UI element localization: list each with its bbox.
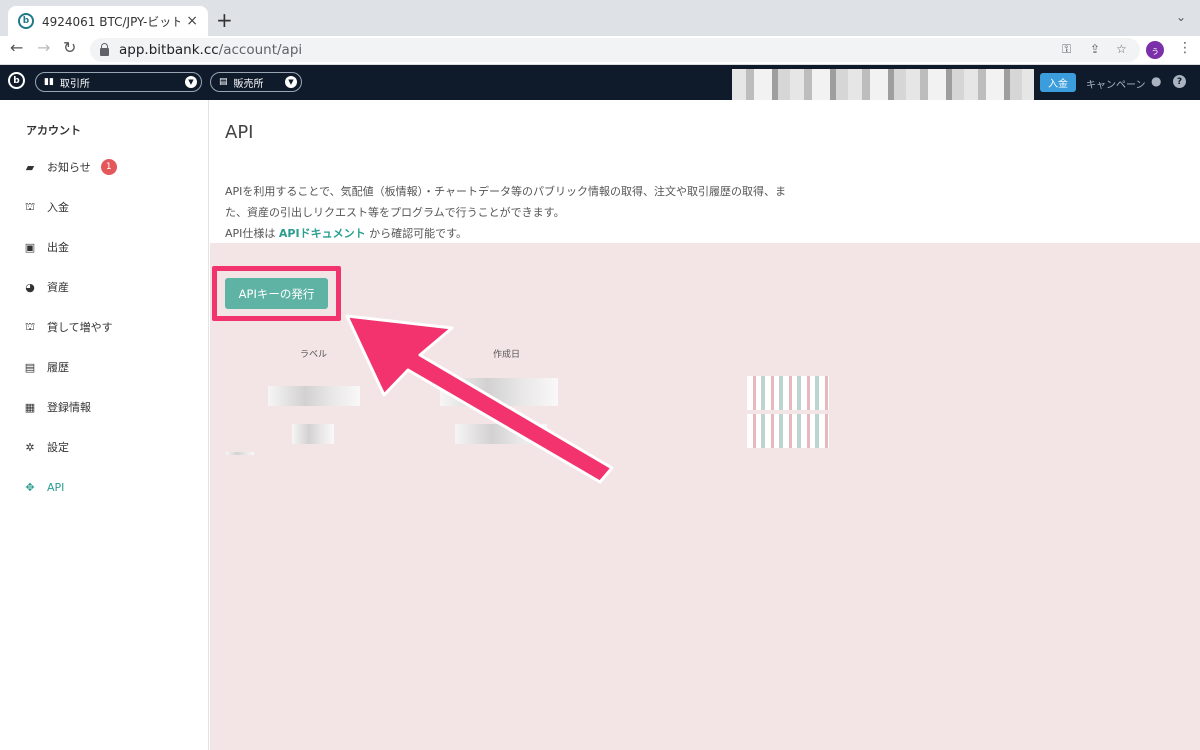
- annotation-arrow: [345, 314, 614, 484]
